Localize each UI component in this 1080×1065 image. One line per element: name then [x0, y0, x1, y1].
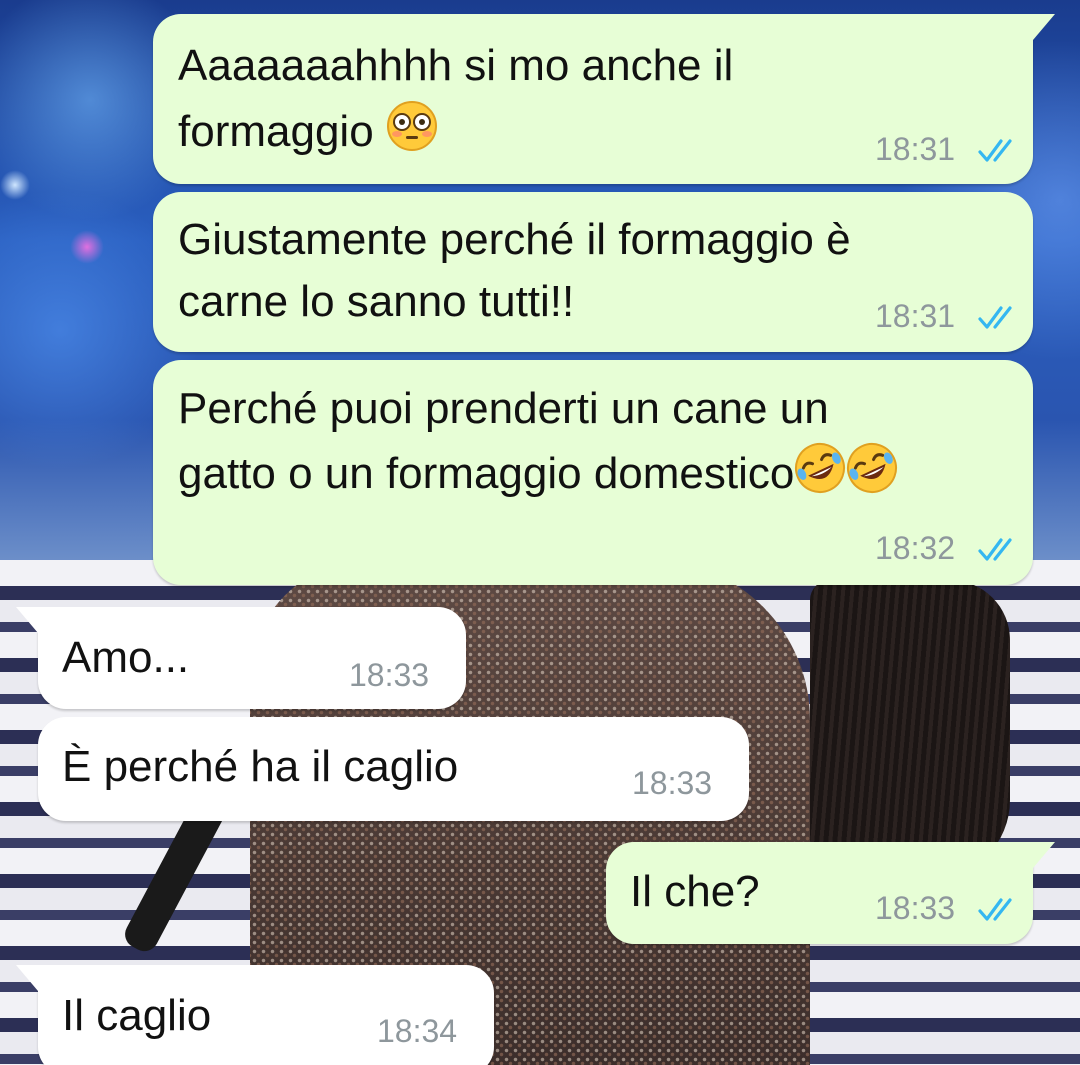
- wallpaper-hair: [810, 580, 1010, 880]
- read-receipt-double-check-icon: [978, 306, 1012, 329]
- rolling-on-floor-laughing-emoji-icon: [795, 443, 846, 493]
- message-text-line: gatto o un formaggio domestico: [178, 449, 795, 498]
- message-bubble-outgoing[interactable]: Il che? 18:33: [606, 842, 1055, 944]
- message-text-line: Aaaaaaahhhh si mo anche il: [178, 41, 734, 90]
- read-receipt-double-check-icon: [978, 139, 1012, 162]
- message-timestamp: 18:32: [875, 530, 956, 566]
- message-bubble-incoming[interactable]: Il caglio 18:34: [16, 965, 494, 1065]
- message-text-line: È perché ha il caglio: [62, 742, 459, 791]
- rolling-on-floor-laughing-emoji-icon: [847, 443, 898, 493]
- message-timestamp: 18:34: [377, 1013, 458, 1049]
- message-bubble-incoming[interactable]: È perché ha il caglio 18:33: [38, 717, 749, 821]
- read-receipt-double-check-icon: [978, 538, 1012, 561]
- message-text-line: carne lo sanno tutti!!: [178, 277, 575, 326]
- bubble-tail: [16, 965, 38, 991]
- wallpaper-light-dot: [0, 170, 30, 200]
- message-timestamp: 18:33: [632, 765, 713, 801]
- bubble-tail: [1033, 842, 1055, 868]
- bubble-tail: [16, 607, 38, 633]
- message-text-line: Amo...: [62, 633, 190, 682]
- message-bubble-outgoing[interactable]: Giustamente perché il formaggio è carne …: [153, 192, 1033, 352]
- message-timestamp: 18:31: [875, 131, 956, 167]
- message-timestamp: 18:33: [349, 657, 430, 693]
- bubble-tail: [1033, 14, 1055, 40]
- message-bubble-outgoing[interactable]: Aaaaaaahhhh si mo anche il formaggio 18:…: [153, 14, 1055, 184]
- flushed-face-emoji-icon: [386, 101, 437, 151]
- message-timestamp: 18:33: [875, 890, 956, 926]
- message-bubble-incoming[interactable]: Amo... 18:33: [16, 607, 466, 709]
- read-receipt-double-check-icon: [978, 898, 1012, 921]
- message-timestamp: 18:31: [875, 298, 956, 334]
- message-bubble-outgoing[interactable]: Perché puoi prenderti un cane un gatto o…: [153, 360, 1033, 585]
- message-text-line: Giustamente perché il formaggio è: [178, 215, 851, 264]
- message-text-line: formaggio: [178, 107, 374, 156]
- message-text-line: Il caglio: [62, 991, 212, 1040]
- wallpaper-light-dot: [70, 230, 104, 264]
- message-text-line: Il che?: [630, 867, 760, 916]
- message-text-line: Perché puoi prenderti un cane un: [178, 384, 829, 433]
